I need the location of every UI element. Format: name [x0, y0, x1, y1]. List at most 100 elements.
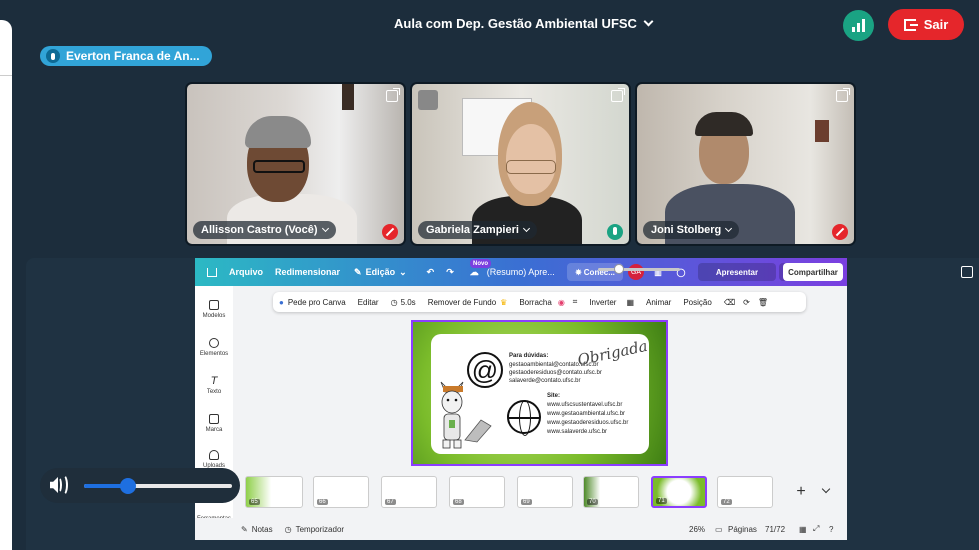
chevron-down-icon [725, 224, 733, 232]
zoom-level: 26% [689, 524, 706, 534]
position-button[interactable]: Posição [683, 298, 711, 307]
present-button[interactable]: Apresentar [698, 263, 776, 281]
contact-card: @ Para dúvidas: gestaoambiental@contato.… [431, 334, 649, 454]
ask-canva-button[interactable]: Pede pro Canva [288, 298, 346, 307]
sidebar-item-marca[interactable]: Marca [195, 414, 233, 433]
mic-off-icon [832, 224, 848, 240]
pages-icon: ▭ [715, 524, 723, 534]
flip-button[interactable]: Inverter [589, 298, 616, 307]
zoom-slider[interactable] [598, 268, 680, 271]
presenter-chip[interactable]: Everton Franca de An... [40, 46, 212, 66]
timer-button[interactable]: Temporizador [296, 525, 344, 534]
sidebar-item-modelos[interactable]: Modelos [195, 300, 233, 319]
page-thumbnail[interactable]: 66 [313, 476, 369, 508]
sidebar-item-uploads[interactable]: Uploads [195, 450, 233, 469]
timer-icon: ◷ [284, 524, 292, 534]
signal-icon [852, 27, 855, 32]
volume-handle[interactable] [120, 478, 136, 494]
zoom-slider-handle[interactable] [614, 264, 624, 274]
participant-name: Joni Stolberg [643, 221, 740, 239]
brand-icon [209, 414, 219, 424]
meeting-title[interactable]: Aula com Dep. Gestão Ambiental UFSC [394, 16, 654, 31]
paint-format-icon[interactable]: ⌫ [724, 298, 735, 307]
notes-icon: ✎ [241, 524, 248, 534]
popout-icon[interactable] [386, 88, 400, 102]
page-thumbnail[interactable]: 67 [381, 476, 437, 508]
fullscreen-icon[interactable]: ⤢ [813, 524, 819, 534]
page-thumbnail[interactable]: 65 [245, 476, 303, 508]
chevron-down-icon [643, 16, 654, 27]
thank-you-script: Obrigada [575, 336, 650, 370]
cloud-icon[interactable]: ☁ [470, 267, 479, 278]
sidebar-item-texto[interactable]: T Texto [195, 375, 233, 396]
connection-quality-button[interactable] [843, 10, 874, 41]
upload-icon [209, 450, 219, 460]
eraser-button[interactable]: Borracha [519, 298, 551, 307]
canva-statusbar: ✎ Notas ◷ Temporizador 26% ▭ Páginas 71/… [195, 518, 847, 540]
page-thumbnails: 65 66 67 68 69 70 71 72 [245, 476, 775, 510]
chevron-down-icon[interactable] [821, 484, 831, 494]
edit-button[interactable]: Editar [358, 298, 379, 307]
add-page-button[interactable]: + [788, 478, 814, 506]
page-thumbnail[interactable]: 68 [449, 476, 505, 508]
participant-tile[interactable]: Allisson Castro (Você) [185, 82, 406, 246]
home-icon[interactable] [207, 267, 217, 277]
notes-button[interactable]: Notas [252, 525, 273, 534]
duration-button[interactable]: 5.0s [401, 298, 416, 307]
color-wheel-icon[interactable]: ◉ [558, 298, 565, 307]
slide-canvas[interactable]: @ Para dúvidas: gestaoambiental@contato.… [411, 320, 668, 466]
chevron-down-icon: ⌄ [399, 266, 407, 277]
chart-icon[interactable]: ▥ [650, 263, 666, 281]
page-count: 71/72 [765, 524, 786, 534]
participant-tile[interactable]: Gabriela Zampieri [410, 82, 631, 246]
edit-icon: ✎ [354, 266, 362, 277]
trash-icon[interactable]: 🗑 [758, 298, 768, 307]
participant-tile[interactable]: Joni Stolberg [635, 82, 856, 246]
comment-icon[interactable]: ◯ [673, 263, 689, 281]
microphone-icon [46, 49, 60, 63]
menu-arquivo[interactable]: Arquivo [229, 267, 263, 277]
animate-button[interactable]: Animar [646, 298, 671, 307]
page-thumbnail[interactable]: 69 [517, 476, 573, 508]
crown-icon: ♛ [500, 297, 508, 307]
help-icon[interactable]: ? [829, 525, 833, 534]
laptop-icon [464, 419, 492, 443]
page-thumbnail-selected[interactable]: 71 [651, 476, 707, 508]
popout-icon[interactable] [611, 88, 625, 102]
globe-icon [507, 400, 541, 436]
transparency-icon[interactable]: ▦ [626, 298, 634, 307]
page-thumbnail[interactable]: 72 [717, 476, 773, 508]
grid-view-icon[interactable]: ▦ [799, 525, 807, 534]
volume-control[interactable] [40, 468, 240, 503]
sidebar-item-elementos[interactable]: Elementos [195, 338, 233, 357]
participant-name: Allisson Castro (Você) [193, 221, 336, 239]
popout-icon[interactable] [836, 88, 850, 102]
document-title[interactable]: (Resumo) Apre... [487, 267, 555, 277]
crop-icon[interactable]: ⌗ [573, 297, 578, 307]
page-thumbnail[interactable]: 70 [583, 476, 639, 508]
canva-ai-icon: ● [279, 297, 284, 307]
leave-button[interactable]: Sair [888, 9, 964, 40]
rotate-icon[interactable]: ⟳ [743, 298, 750, 307]
exit-icon [903, 18, 918, 31]
menu-edicao[interactable]: Edição [366, 267, 396, 277]
share-button[interactable]: Compartilhar [783, 263, 843, 281]
redo-icon[interactable]: ↷ [446, 267, 454, 278]
remove-background-button[interactable]: Remover de Fundo [428, 298, 496, 307]
clock-icon: ◷ [390, 297, 398, 307]
fullscreen-icon[interactable] [961, 266, 973, 278]
chevron-down-icon [321, 224, 329, 232]
avatar[interactable]: GA [628, 264, 644, 280]
template-icon [209, 300, 219, 310]
mic-off-icon [382, 224, 398, 240]
side-panel [0, 20, 12, 550]
undo-icon[interactable]: ↶ [427, 267, 435, 278]
participant-name: Gabriela Zampieri [418, 221, 537, 239]
element-toolbar: ● Pede pro Canva Editar ◷ 5.0s Remover d… [273, 292, 806, 312]
chevron-down-icon [522, 224, 530, 232]
email-icon: @ [467, 352, 503, 388]
pages-button[interactable]: Páginas [728, 525, 757, 534]
mic-on-icon [607, 224, 623, 240]
text-icon: T [210, 375, 218, 387]
menu-redimensionar[interactable]: Redimensionar [275, 267, 340, 277]
